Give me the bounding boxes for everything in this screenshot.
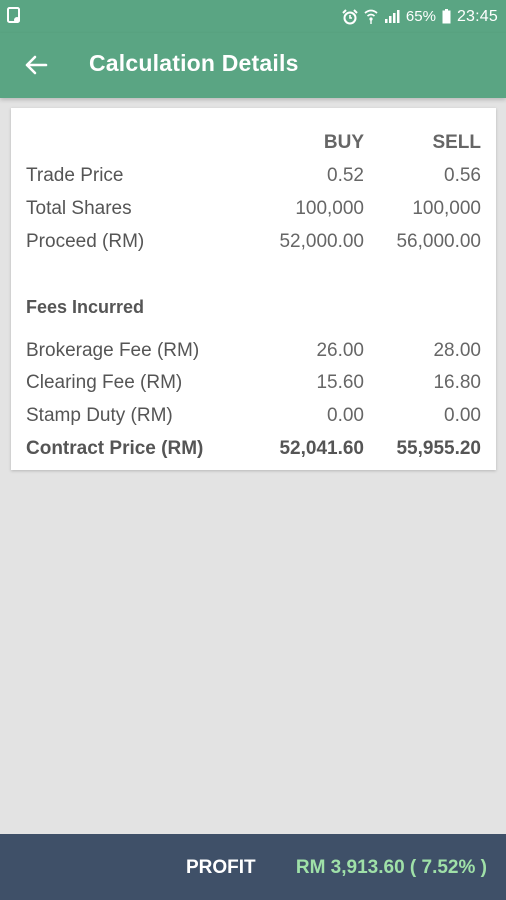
table-row: Brokerage Fee (RM) 26.00 28.00: [11, 340, 496, 370]
row-label: Proceed (RM): [26, 231, 145, 252]
profit-bar: PROFIT RM 3,913.60 ( 7.52% ): [0, 834, 506, 900]
sell-value: 100,000: [412, 198, 481, 219]
arrow-left-icon[interactable]: [22, 51, 50, 79]
sell-value: 16.80: [433, 372, 481, 393]
table-row: Trade Price 0.52 0.56: [11, 165, 496, 195]
app-bar: Calculation Details: [0, 33, 506, 98]
battery-percent: 65%: [405, 8, 436, 25]
profit-label: PROFIT: [186, 857, 256, 878]
row-label: Trade Price: [26, 165, 124, 186]
clock: 23:45: [456, 7, 498, 25]
buy-column-header: BUY: [323, 132, 364, 153]
row-label: Contract Price (RM): [26, 438, 204, 459]
sell-total-value: 55,955.20: [396, 438, 481, 459]
table-row: Proceed (RM) 52,000.00 56,000.00: [11, 231, 496, 261]
wifi-icon: [364, 9, 378, 24]
buy-total-value: 52,041.60: [279, 438, 364, 459]
fees-section-title: Fees Incurred: [26, 297, 145, 317]
profit-value: RM 3,913.60 ( 7.52% ): [295, 857, 487, 878]
table-header-row: BUY SELL: [11, 132, 496, 162]
row-label: Total Shares: [26, 198, 132, 219]
calculation-card: BUY SELL Trade Price 0.52 0.56 Total Sha…: [11, 108, 496, 470]
buy-value: 100,000: [295, 198, 364, 219]
page-title: Calculation Details: [89, 50, 299, 76]
row-label: Stamp Duty (RM): [26, 405, 173, 426]
sell-column-header: SELL: [432, 132, 481, 153]
total-row: Contract Price (RM) 52,041.60 55,955.20: [11, 438, 496, 468]
sell-value: 0.56: [444, 165, 481, 186]
sell-value: 0.00: [444, 405, 481, 426]
buy-value: 52,000.00: [279, 231, 364, 252]
sell-value: 56,000.00: [396, 231, 481, 252]
notification-icon: [7, 7, 20, 23]
table-row: Clearing Fee (RM) 15.60 16.80: [11, 372, 496, 402]
row-label: Brokerage Fee (RM): [26, 340, 200, 361]
buy-value: 0.52: [327, 165, 364, 186]
status-bar: 65% 23:45: [0, 0, 506, 33]
table-row: Total Shares 100,000 100,000: [11, 198, 496, 228]
alarm-icon: [342, 8, 358, 24]
buy-value: 0.00: [327, 405, 364, 426]
buy-value: 26.00: [316, 340, 364, 361]
sell-value: 28.00: [433, 340, 481, 361]
battery-icon: [442, 9, 451, 24]
buy-value: 15.60: [316, 372, 364, 393]
signal-icon: [384, 10, 400, 23]
row-label: Clearing Fee (RM): [26, 372, 183, 393]
table-row: Stamp Duty (RM) 0.00 0.00: [11, 405, 496, 435]
